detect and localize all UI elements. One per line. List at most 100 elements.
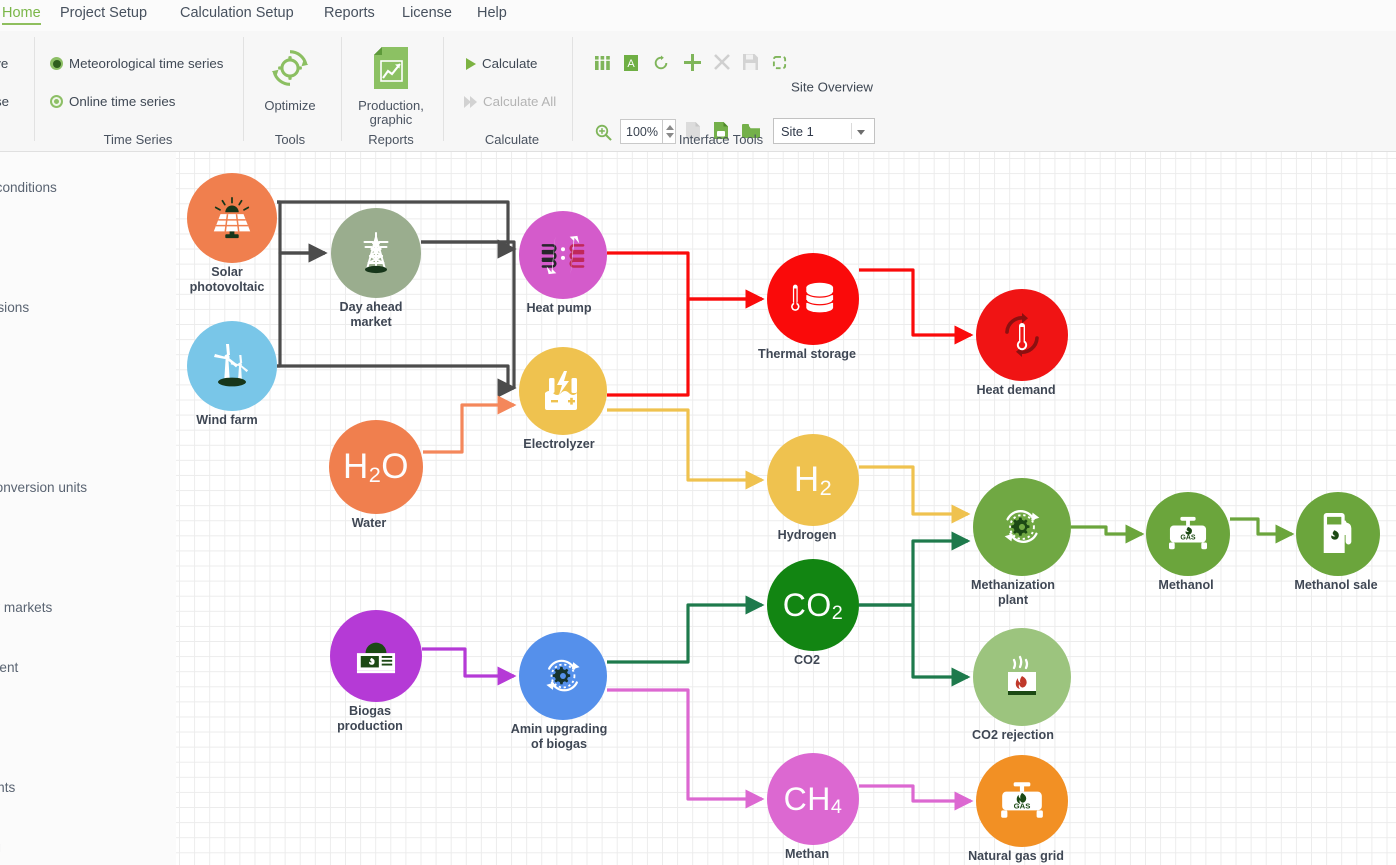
- production-graphic-button[interactable]: Production, graphic: [345, 45, 437, 126]
- zoom-up-icon[interactable]: [666, 125, 674, 130]
- group-label-reports: Reports: [368, 132, 414, 147]
- sidebar-item-investments[interactable]: Investments: [0, 780, 118, 795]
- node-amin-upgrading[interactable]: Amin upgrading of biogas: [511, 632, 607, 751]
- ribbon-save-button[interactable]: Save: [0, 56, 8, 71]
- node-disc: CH4: [767, 753, 859, 845]
- tab-active-underline: [2, 23, 41, 25]
- grid-columns-icon[interactable]: [595, 56, 610, 75]
- node-disc: [973, 478, 1071, 576]
- optimize-button[interactable]: Optimize: [244, 45, 336, 113]
- chevron-down-icon[interactable]: [857, 130, 865, 135]
- node-disc: [187, 321, 277, 411]
- gear-cycle-icon: [1004, 510, 1040, 543]
- node-disc: [187, 173, 277, 263]
- sidebar-item-demands[interactable]: Demands: [0, 420, 118, 435]
- globe-circle-icon: [50, 95, 63, 108]
- node-chem-formula: H2: [793, 460, 833, 501]
- sidebar-item-storages[interactable]: Storages: [0, 540, 118, 555]
- node-wind-farm[interactable]: Wind farm: [187, 321, 277, 427]
- node-water[interactable]: H2O Water: [329, 420, 423, 530]
- node-methanization-plant[interactable]: Methanization plant: [971, 478, 1071, 607]
- wind-turbine-icon: [214, 344, 249, 387]
- edge-biogas-amin: [422, 647, 517, 686]
- text-box-icon[interactable]: A: [624, 55, 638, 76]
- tab-calculation-setup[interactable]: Calculation Setup: [180, 5, 294, 21]
- sidebar-item-economy[interactable]: Economy: [0, 720, 118, 735]
- refresh-icon[interactable]: [653, 55, 669, 76]
- calculate-all-label: Calculate All: [483, 94, 557, 109]
- play-all-icon: [464, 95, 477, 108]
- close-x-icon[interactable]: [714, 54, 730, 75]
- sidebar-item-fuels[interactable]: Fuels: [0, 360, 118, 375]
- online-time-series-button[interactable]: Online time series: [50, 94, 175, 109]
- tab-help[interactable]: Help: [477, 5, 507, 21]
- node-methanol-sale[interactable]: Methanol sale: [1294, 492, 1380, 592]
- battery-bolt-icon: [545, 371, 577, 410]
- node-disc: [519, 347, 607, 435]
- node-methan[interactable]: CH4 Methan: [767, 753, 859, 861]
- node-disc: [519, 632, 607, 720]
- node-label: Solar photovoltaic: [189, 265, 265, 294]
- ribbon-tab-strip: Home Project Setup Calculation Setup Rep…: [0, 0, 1396, 31]
- group-label-calculate: Calculate: [484, 132, 540, 147]
- node-co2[interactable]: CO2 CO2: [767, 559, 859, 667]
- node-disc: CO2: [767, 559, 859, 651]
- sidebar-item-transmissions[interactable]: Transmissions: [0, 300, 118, 315]
- thermal-storage-icon: [791, 282, 834, 313]
- site-overview-label[interactable]: Site Overview: [791, 80, 873, 95]
- node-label: Methanization plant: [971, 578, 1055, 607]
- edge-heatpump-thermalstorage: [607, 251, 765, 309]
- sidebar-item-sites[interactable]: Sites: [0, 240, 118, 255]
- node-disc: H2: [767, 434, 859, 526]
- node-label: Wind farm: [196, 413, 258, 427]
- node-biogas-production[interactable]: Biogas production: [330, 610, 422, 733]
- edge-methanol-methanolsale: [1230, 517, 1295, 544]
- group-divider: [341, 37, 342, 141]
- save-disk-icon[interactable]: [743, 54, 758, 75]
- node-disc: [973, 628, 1071, 726]
- magnifier-plus-icon[interactable]: [595, 124, 612, 146]
- tab-home[interactable]: Home: [2, 5, 41, 25]
- node-methanol[interactable]: GAS Methanol: [1146, 492, 1230, 592]
- group-divider: [34, 37, 35, 141]
- tab-license[interactable]: License: [402, 5, 452, 21]
- diagram-canvas[interactable]: Solar photovoltaic Wind farm Day ahead m…: [176, 152, 1396, 865]
- calculate-button[interactable]: Calculate: [466, 56, 537, 71]
- site-overview-icon[interactable]: [772, 55, 787, 75]
- node-label: Amin upgrading of biogas: [510, 722, 608, 751]
- sidebar-item-financing[interactable]: Financing: [0, 840, 118, 855]
- edge-wind-electrolyzer: [277, 364, 517, 398]
- node-heat-pump[interactable]: Heat pump: [519, 211, 607, 315]
- group-divider: [572, 37, 573, 141]
- tab-reports[interactable]: Reports: [324, 5, 375, 21]
- node-solar-photovoltaic[interactable]: Solar photovoltaic: [187, 173, 277, 294]
- sidebar-item-energy-conversion-units[interactable]: Energy conversion units: [0, 480, 118, 495]
- node-chem-formula: CO2: [782, 586, 844, 625]
- node-label: Methanol sale: [1294, 578, 1378, 592]
- node-electrolyzer[interactable]: Electrolyzer: [519, 347, 607, 451]
- plus-icon[interactable]: [684, 54, 701, 76]
- node-disc: [976, 289, 1068, 381]
- sidebar-item-environment[interactable]: Environment: [0, 660, 118, 675]
- node-chem-formula: CH4: [783, 780, 843, 819]
- node-day-ahead-market[interactable]: Day ahead market: [331, 208, 421, 329]
- calculate-all-button[interactable]: Calculate All: [464, 94, 556, 109]
- fuel-pump-leaf-icon: [1323, 513, 1352, 554]
- ribbon-body: Save Close Meteorological time series On…: [0, 31, 1396, 175]
- optimize-label: Optimize: [264, 98, 316, 113]
- node-natural-gas-grid[interactable]: GAS Natural gas grid: [968, 755, 1068, 863]
- tab-project-setup[interactable]: Project Setup: [60, 5, 147, 21]
- node-heat-demand[interactable]: Heat demand: [976, 289, 1068, 397]
- node-disc: [330, 610, 422, 702]
- node-thermal-storage[interactable]: Thermal storage: [758, 253, 859, 361]
- online-time-series-label: Online time series: [69, 94, 176, 109]
- sidebar-item-external-conditions[interactable]: External conditions: [0, 180, 118, 195]
- ribbon-close-button[interactable]: Close: [0, 94, 9, 109]
- node-hydrogen[interactable]: H2 Hydrogen: [767, 434, 859, 542]
- sidebar-item-electricity-markets[interactable]: Electricity markets: [0, 600, 118, 615]
- edge-solar-dayahead: [277, 200, 328, 263]
- node-co2-rejection[interactable]: CO2 rejection: [972, 628, 1071, 742]
- meteorological-time-series-button[interactable]: Meteorological time series: [50, 56, 223, 71]
- gear-cycle-icon: [546, 659, 580, 692]
- solar-panel-icon: [213, 197, 251, 239]
